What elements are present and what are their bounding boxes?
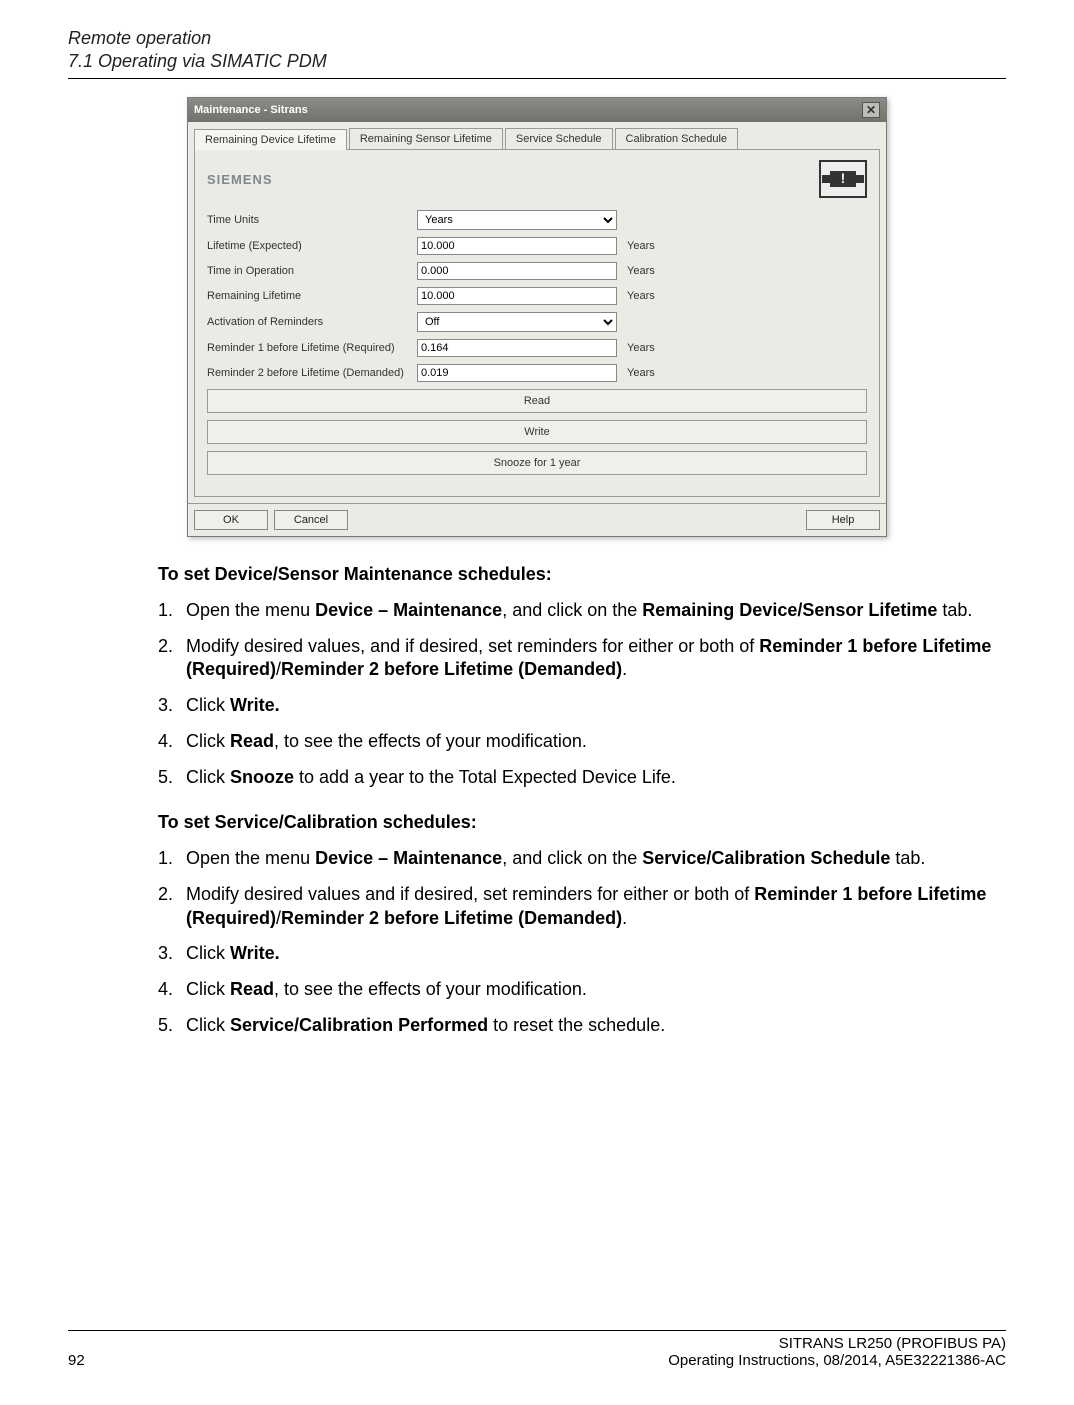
section1-step3: Click Write.: [158, 694, 1006, 718]
label-reminder2: Reminder 2 before Lifetime (Demanded): [207, 367, 417, 379]
tab-service-schedule[interactable]: Service Schedule: [505, 128, 613, 149]
cancel-button[interactable]: Cancel: [274, 510, 348, 530]
input-remaining-lifetime[interactable]: [417, 287, 617, 305]
read-button[interactable]: Read: [207, 389, 867, 413]
write-button[interactable]: Write: [207, 420, 867, 444]
section1-step4: Click Read, to see the effects of your m…: [158, 730, 1006, 754]
section1-title: To set Device/Sensor Maintenance schedul…: [158, 563, 1006, 587]
tab-calibration-schedule[interactable]: Calibration Schedule: [615, 128, 739, 149]
input-reminder2[interactable]: [417, 364, 617, 382]
help-button[interactable]: Help: [806, 510, 880, 530]
dialog-tabs: Remaining Device Lifetime Remaining Sens…: [188, 122, 886, 149]
snooze-button[interactable]: Snooze for 1 year: [207, 451, 867, 475]
maintenance-dialog: Maintenance - Sitrans ✕ Remaining Device…: [187, 97, 887, 537]
footer-line2: Operating Instructions, 08/2014, A5E3222…: [668, 1352, 1006, 1369]
label-time-units: Time Units: [207, 214, 417, 226]
section-device-sensor: To set Device/Sensor Maintenance schedul…: [158, 563, 1006, 1038]
label-lifetime-expected: Lifetime (Expected): [207, 240, 417, 252]
input-reminder1[interactable]: [417, 339, 617, 357]
select-activation-reminders[interactable]: Off: [417, 312, 617, 332]
brand-logo: SIEMENS: [207, 172, 273, 187]
label-activation-reminders: Activation of Reminders: [207, 316, 417, 328]
select-time-units[interactable]: Years: [417, 210, 617, 230]
section1-step1: Open the menu Device – Maintenance, and …: [158, 599, 1006, 623]
section1-step2: Modify desired values, and if desired, s…: [158, 635, 1006, 683]
input-lifetime-expected[interactable]: [417, 237, 617, 255]
footer-line1: SITRANS LR250 (PROFIBUS PA): [68, 1335, 1006, 1352]
page-header-subtitle: 7.1 Operating via SIMATIC PDM: [68, 51, 1006, 72]
dialog-tabpane: SIEMENS ! Time Units Years Lifetime (Exp…: [194, 149, 880, 497]
section2-title: To set Service/Calibration schedules:: [158, 811, 1006, 835]
ok-button[interactable]: OK: [194, 510, 268, 530]
label-remaining-lifetime: Remaining Lifetime: [207, 290, 417, 302]
unit-reminder2: Years: [627, 367, 655, 379]
tab-remaining-device-lifetime[interactable]: Remaining Device Lifetime: [194, 129, 347, 150]
tab-remaining-sensor-lifetime[interactable]: Remaining Sensor Lifetime: [349, 128, 503, 149]
section2-step4: Click Read, to see the effects of your m…: [158, 978, 1006, 1002]
section2-step3: Click Write.: [158, 942, 1006, 966]
footer-page-number: 92: [68, 1352, 85, 1369]
unit-reminder1: Years: [627, 342, 655, 354]
label-time-in-operation: Time in Operation: [207, 265, 417, 277]
section2-step2: Modify desired values and if desired, se…: [158, 883, 1006, 931]
page-header-title: Remote operation: [68, 28, 1006, 49]
unit-remaining-lifetime: Years: [627, 290, 655, 302]
close-icon[interactable]: ✕: [862, 102, 880, 118]
alert-icon: !: [819, 160, 867, 198]
unit-lifetime-expected: Years: [627, 240, 655, 252]
label-reminder1: Reminder 1 before Lifetime (Required): [207, 342, 417, 354]
input-time-in-operation[interactable]: [417, 262, 617, 280]
section2-step1: Open the menu Device – Maintenance, and …: [158, 847, 1006, 871]
dialog-button-bar: OK Cancel Help: [188, 503, 886, 536]
dialog-title: Maintenance - Sitrans: [194, 104, 308, 116]
section1-step5: Click Snooze to add a year to the Total …: [158, 766, 1006, 790]
dialog-titlebar: Maintenance - Sitrans ✕: [188, 98, 886, 122]
unit-time-in-operation: Years: [627, 265, 655, 277]
section2-step5: Click Service/Calibration Performed to r…: [158, 1014, 1006, 1038]
header-rule: [68, 78, 1006, 79]
page-footer: SITRANS LR250 (PROFIBUS PA) 92 Operating…: [68, 1330, 1006, 1369]
